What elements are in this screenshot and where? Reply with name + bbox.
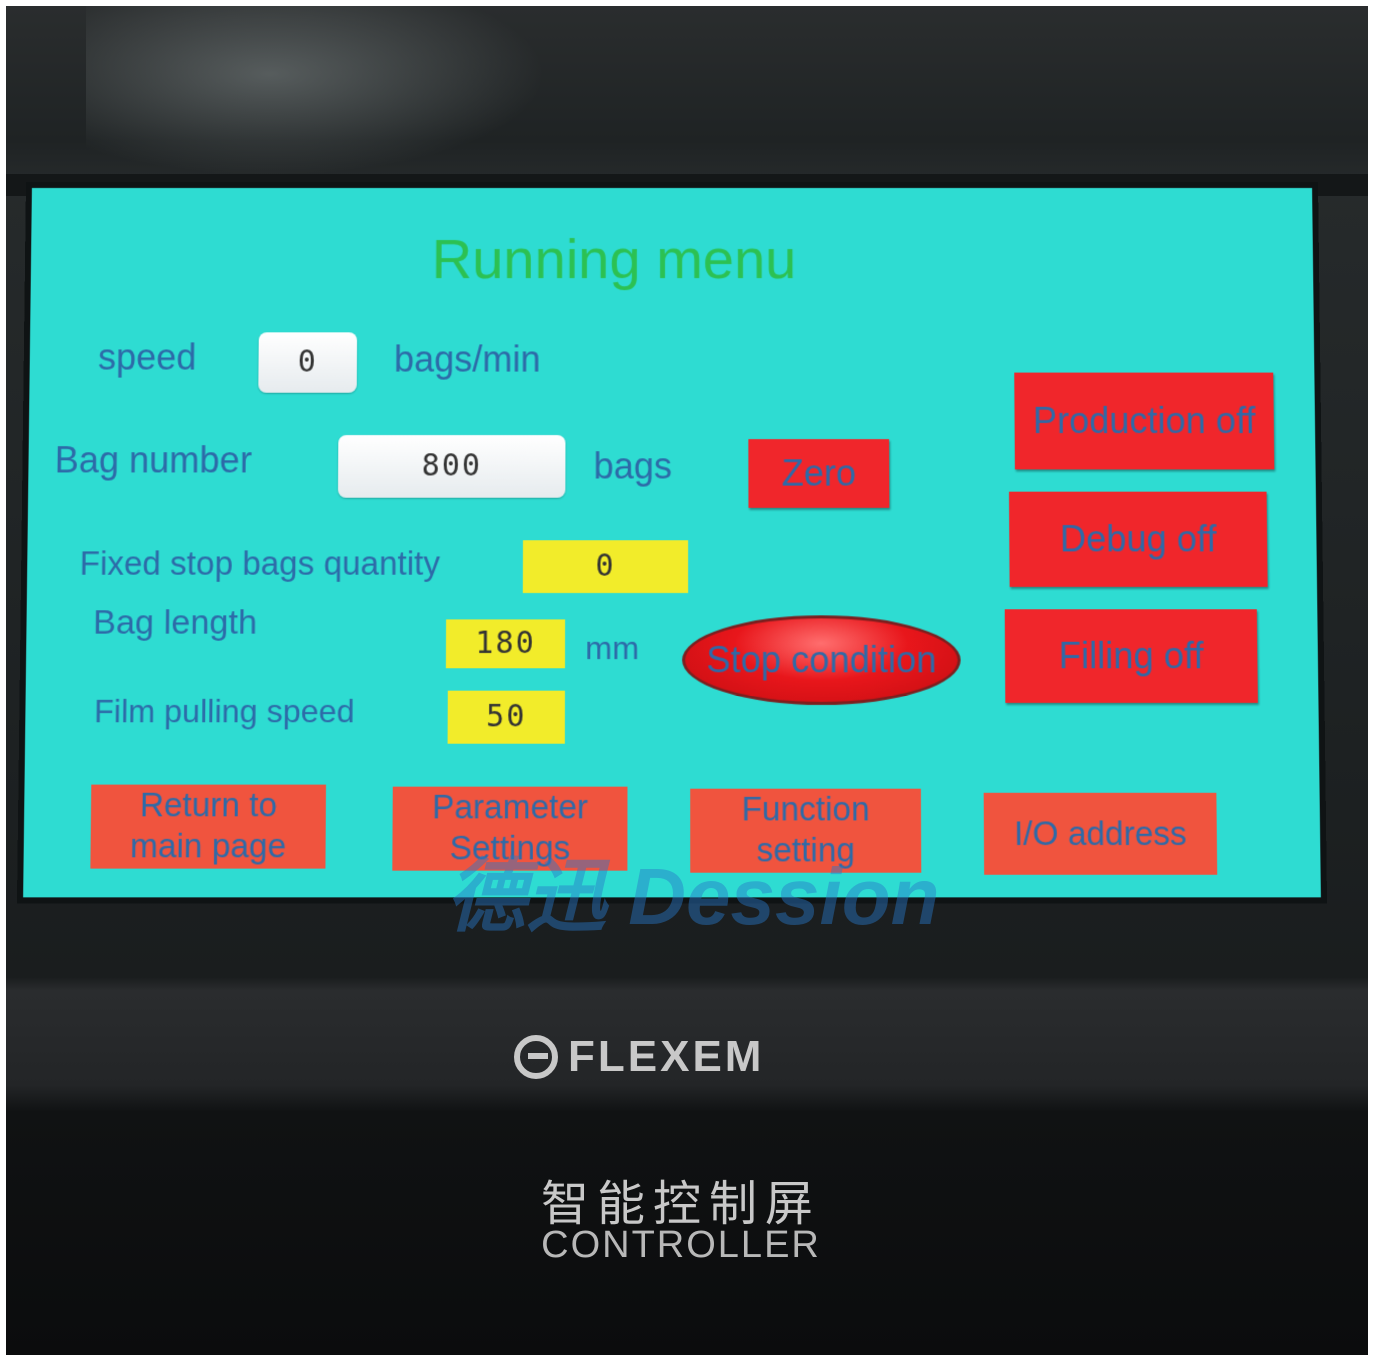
fixed-stop-field[interactable]: 0 [522,540,689,594]
film-pulling-speed-label: Film pulling speed [93,692,355,730]
return-button-line2: main page [129,826,287,865]
speed-label: speed [97,336,197,378]
page-title: Running menu [431,227,797,291]
bag-number-label: Bag number [54,439,253,481]
io-address-button[interactable]: I/O address [983,792,1218,875]
flexem-brand: FLEXEM [514,1032,764,1082]
return-button-line1: Return to [139,785,278,824]
filling-toggle-button[interactable]: Filling off [1004,609,1258,703]
fixed-stop-label: Fixed stop bags quantity [79,544,441,582]
device-photo: Running menu speed 0 bags/min Bag number… [6,6,1368,1355]
brand-name: FLEXEM [568,1032,765,1081]
zero-button[interactable]: Zero [748,439,890,508]
bag-length-label: Bag length [92,603,258,642]
speed-unit: bags/min [393,338,541,380]
bag-length-unit: mm [585,629,640,667]
return-main-page-button[interactable]: Return to main page [90,784,327,869]
background-glare [86,6,546,176]
bag-number-unit: bags [593,445,673,487]
production-toggle-button[interactable]: Production off [1014,372,1275,470]
bag-length-field[interactable]: 180 [445,619,566,669]
bag-number-field[interactable]: 800 [337,435,566,498]
film-pulling-speed-field[interactable]: 50 [447,690,565,744]
function-button-line1: Function [741,789,870,828]
dession-watermark: 德迅 Dession [446,852,940,941]
speed-field[interactable]: 0 [258,332,358,393]
controller-label-en: CONTROLLER [541,1224,821,1266]
flexem-logo-icon [514,1035,558,1079]
parameter-button-line1: Parameter [432,787,589,826]
hmi-screen: Running menu speed 0 bags/min Bag number… [16,182,1328,904]
debug-toggle-button[interactable]: Debug off [1009,491,1268,587]
stop-condition-button[interactable]: Stop condition [682,615,961,705]
